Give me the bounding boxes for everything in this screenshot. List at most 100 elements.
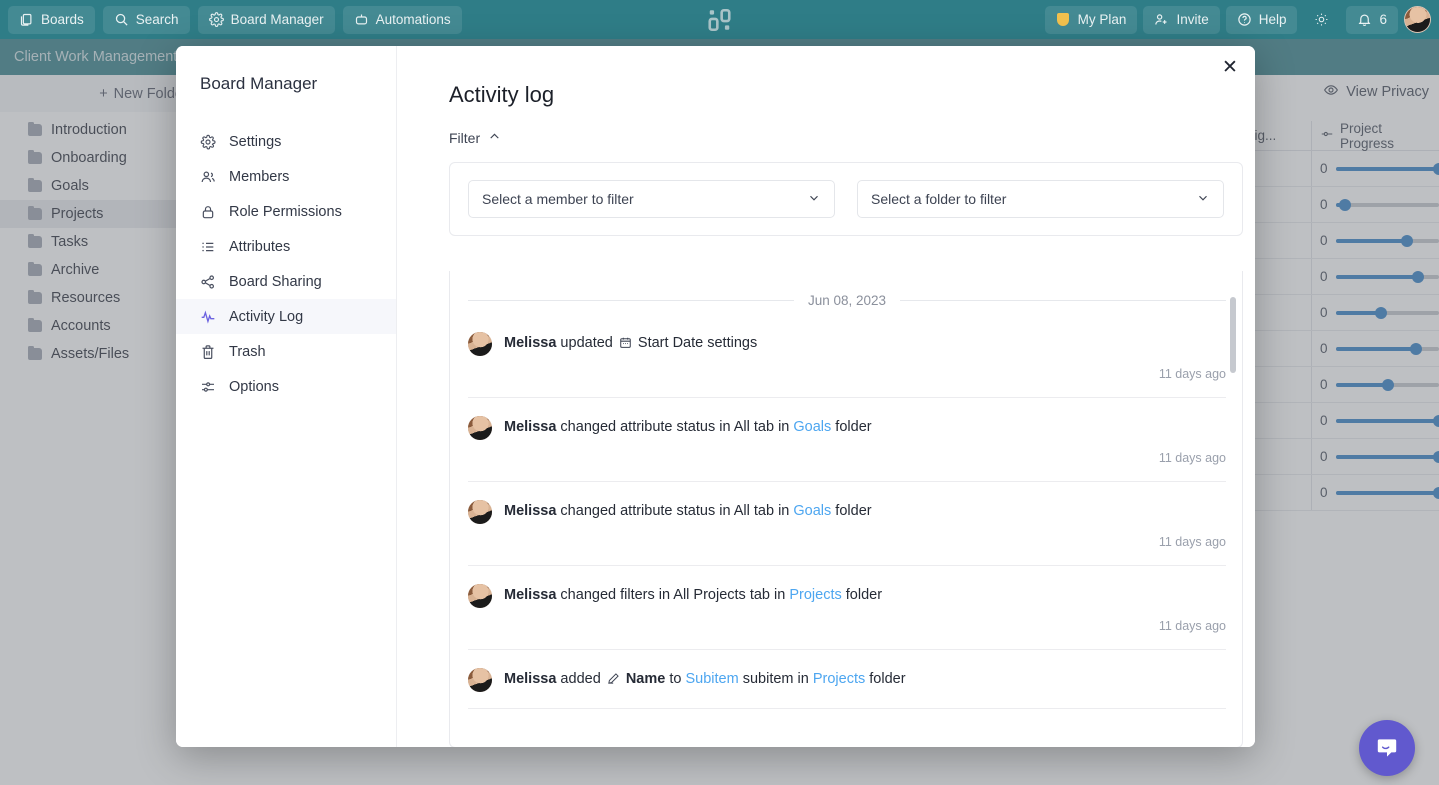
modal-nav-item-attributes[interactable]: Attributes xyxy=(176,229,396,264)
activity-entry-text: Melissa updated Start Date settings xyxy=(504,333,757,354)
share-icon xyxy=(200,274,216,290)
activity-entry-link[interactable]: Projects xyxy=(813,671,865,687)
question-circle-icon xyxy=(1237,12,1252,27)
automation-icon xyxy=(354,12,369,27)
member-filter-value: Select a member to filter xyxy=(482,191,634,207)
modal-nav-item-role-permissions[interactable]: Role Permissions xyxy=(176,194,396,229)
avatar xyxy=(468,500,492,524)
activity-log-inner: Jun 08, 2023 Melissa updated Start Date s… xyxy=(450,271,1242,709)
modal-nav-item-settings[interactable]: Settings xyxy=(176,124,396,159)
trash-icon xyxy=(200,344,216,360)
activity-entry-text: Melissa changed attribute status in All … xyxy=(504,501,872,522)
calendar-icon xyxy=(619,336,632,349)
board-manager-modal: Board Manager Settings Members Role Permis… xyxy=(176,46,1255,747)
activity-log-entry: Melissa updated Start Date settings 11 da… xyxy=(468,314,1226,398)
activity-entry-timestamp: 11 days ago xyxy=(1158,367,1226,381)
filter-controls: Select a member to filter Select a folde… xyxy=(450,163,1242,235)
board-manager-label: Board Manager xyxy=(230,12,324,27)
activity-entry-text-part: added xyxy=(556,671,605,688)
lock-icon xyxy=(200,204,216,220)
modal-nav-item-options[interactable]: Options xyxy=(176,369,396,404)
folder-filter-select[interactable]: Select a folder to filter xyxy=(857,180,1224,218)
activity-entry-text: Melissa changed attribute status in All … xyxy=(504,417,872,438)
member-filter-select[interactable]: Select a member to filter xyxy=(468,180,835,218)
users-icon xyxy=(200,169,216,185)
modal-nav-item-members[interactable]: Members xyxy=(176,159,396,194)
app-logo[interactable] xyxy=(705,5,734,34)
modal-sidebar: Board Manager Settings Members Role Permis… xyxy=(176,46,397,747)
activity-log-entry: Melissa added Name to Subitem subitem in… xyxy=(468,650,1226,709)
page-title: Activity log xyxy=(449,82,555,107)
activity-entry-link[interactable]: Subitem xyxy=(685,671,738,687)
activity-entry-timestamp: 11 days ago xyxy=(1158,619,1226,633)
notification-count: 6 xyxy=(1379,12,1387,27)
activity-entry-link[interactable]: Goals xyxy=(793,419,831,435)
folder-filter-value: Select a folder to filter xyxy=(871,191,1007,207)
theme-toggle-button[interactable] xyxy=(1303,6,1340,34)
my-plan-button[interactable]: My Plan xyxy=(1044,5,1138,34)
activity-entry-text-part: changed attribute status in All tab in xyxy=(556,419,794,436)
notifications-button[interactable]: 6 xyxy=(1346,5,1398,34)
help-button[interactable]: Help xyxy=(1225,5,1298,34)
sliders-icon xyxy=(200,379,216,395)
modal-nav-item-label: Board Sharing xyxy=(229,273,322,290)
chevron-down-icon xyxy=(1196,191,1210,208)
activity-entry-text: Melissa changed filters in All Projects … xyxy=(504,585,882,606)
activity-log-entry: Melissa changed attribute status in All … xyxy=(468,482,1226,566)
activity-actor-name: Melissa xyxy=(504,503,557,520)
invite-label: Invite xyxy=(1176,12,1209,27)
modal-nav-item-label: Settings xyxy=(229,133,282,150)
modal-sidebar-title: Board Manager xyxy=(200,74,318,93)
activity-entry-link[interactable]: Projects xyxy=(789,587,841,603)
chat-bubble-icon[interactable] xyxy=(1359,720,1415,776)
activity-entry-text: Melissa added Name to Subitem subitem in… xyxy=(504,669,906,690)
boards-button[interactable]: Boards xyxy=(8,5,95,34)
chevron-down-icon xyxy=(807,191,821,208)
my-plan-label: My Plan xyxy=(1077,12,1127,27)
app-root: Boards Search Board Manager Automations xyxy=(0,0,1439,785)
activity-entry-text-part: folder xyxy=(841,587,883,604)
pencil-icon xyxy=(607,672,620,685)
activity-date-separator: Jun 08, 2023 xyxy=(468,271,1227,314)
top-navigation-bar: Boards Search Board Manager Automations xyxy=(0,0,1439,39)
activity-entry-text-part: updated xyxy=(556,335,617,352)
divider-line xyxy=(468,300,794,301)
activity-log-scrollbar[interactable] xyxy=(1230,275,1236,743)
avatar xyxy=(468,668,492,692)
avatar xyxy=(468,332,492,356)
user-avatar[interactable] xyxy=(1404,6,1431,33)
modal-nav-item-label: Attributes xyxy=(229,238,291,255)
modal-nav-item-label: Trash xyxy=(229,343,266,360)
activity-entry-text-part: Start Date settings xyxy=(633,335,758,352)
scrollbar-thumb[interactable] xyxy=(1230,297,1236,373)
invite-button[interactable]: Invite xyxy=(1143,5,1220,34)
help-label: Help xyxy=(1258,12,1287,27)
modal-nav-item-trash[interactable]: Trash xyxy=(176,334,396,369)
activity-entry-text-part: subitem in xyxy=(738,671,813,688)
automations-button[interactable]: Automations xyxy=(342,5,462,34)
filter-panel: Select a member to filter Select a folde… xyxy=(449,162,1243,236)
modal-nav-item-label: Activity Log xyxy=(229,308,304,325)
filter-toggle[interactable]: Filter xyxy=(449,130,501,146)
search-button[interactable]: Search xyxy=(102,5,190,34)
search-icon xyxy=(114,12,129,27)
topbar-right-group: My Plan Invite Help 6 xyxy=(1044,0,1431,39)
list-icon xyxy=(200,239,216,255)
bell-icon xyxy=(1357,12,1372,27)
activity-log-entry: Melissa changed filters in All Projects … xyxy=(468,566,1226,650)
board-manager-button[interactable]: Board Manager xyxy=(197,5,335,34)
activity-entry-text-part: changed filters in All Projects tab in xyxy=(556,587,790,604)
gear-icon xyxy=(208,12,224,27)
activity-actor-name: Melissa xyxy=(504,587,557,604)
modal-nav-item-board-sharing[interactable]: Board Sharing xyxy=(176,264,396,299)
activity-log-list: Jun 08, 2023 Melissa updated Start Date s… xyxy=(449,271,1243,747)
modal-nav-item-activity-log[interactable]: Activity Log xyxy=(176,299,396,334)
modal-main-panel: ✕ Activity log Filter Select a member to… xyxy=(397,46,1255,747)
close-icon[interactable]: ✕ xyxy=(1217,54,1243,80)
activity-pulse-icon xyxy=(200,309,216,325)
search-label: Search xyxy=(135,12,179,27)
activity-entry-line: Melissa changed filters in All Projects … xyxy=(468,584,1226,608)
automations-label: Automations xyxy=(375,12,451,27)
activity-entry-link[interactable]: Goals xyxy=(793,503,831,519)
modal-nav-item-label: Members xyxy=(229,168,290,185)
